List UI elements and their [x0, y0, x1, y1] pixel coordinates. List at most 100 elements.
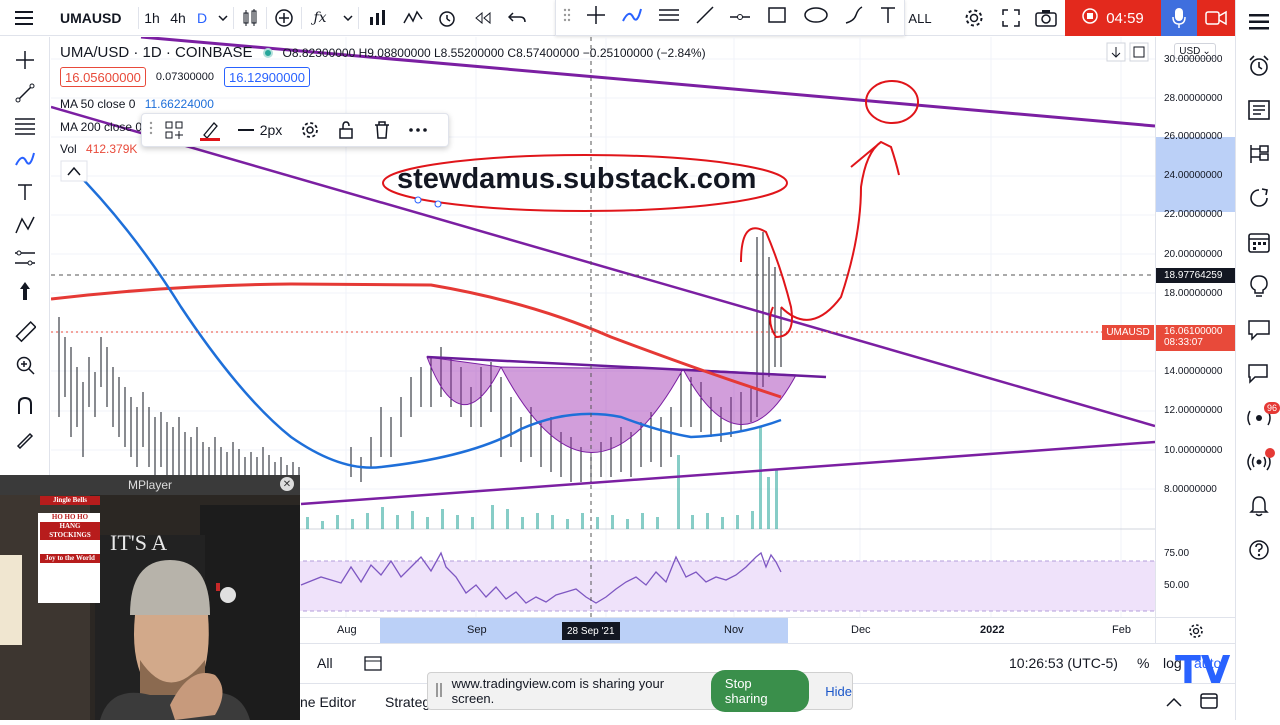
crosshair-cursor-icon[interactable]: [0, 43, 50, 76]
trash-icon[interactable]: [366, 121, 398, 139]
price-tick: 12.00000000: [1164, 405, 1223, 416]
hide-button[interactable]: Hide: [825, 684, 852, 699]
collapse-legend-button[interactable]: [60, 160, 88, 182]
mplayer-close-icon[interactable]: ✕: [280, 477, 294, 491]
arrow-up-icon[interactable]: [0, 274, 50, 307]
fib-tool-icon[interactable]: [0, 109, 50, 142]
percent-toggle[interactable]: %: [1137, 655, 1149, 671]
help-icon[interactable]: [1236, 528, 1280, 572]
price-axis[interactable]: USD ⌄ 30.00000000 28.00000000 26.00000000…: [1155, 37, 1236, 617]
compare-add-icon[interactable]: [267, 0, 301, 36]
axis-settings-gear-icon[interactable]: [1155, 617, 1235, 643]
horizontal-ray-icon[interactable]: [729, 9, 751, 27]
symbol-legend: UMA/USD · 1D · COINBASE O8.82300000 H9.0…: [60, 44, 706, 61]
live-broadcast-icon[interactable]: [1236, 440, 1280, 484]
pattern-tool-icon[interactable]: [0, 208, 50, 241]
ellipse-icon[interactable]: [803, 5, 829, 30]
annotation-handle[interactable]: [434, 200, 442, 208]
text-tool-icon[interactable]: [879, 5, 897, 30]
line-width-selector[interactable]: 2px: [230, 122, 290, 138]
date-range-icon[interactable]: [364, 655, 382, 674]
lock-pen-icon[interactable]: [0, 422, 50, 455]
brush-icon[interactable]: [621, 5, 643, 30]
indicators-chevron-down-icon[interactable]: [338, 0, 358, 36]
chat-icon[interactable]: [1236, 308, 1280, 352]
alert-icon[interactable]: [429, 0, 465, 36]
interval-d[interactable]: D: [191, 0, 213, 36]
templates-icon[interactable]: [397, 0, 429, 36]
drag-handle-icon[interactable]: [563, 7, 571, 28]
trendline-icon[interactable]: [695, 5, 715, 30]
stop-sharing-button[interactable]: Stop sharing: [710, 670, 810, 712]
camera-toggle-icon[interactable]: [1197, 0, 1235, 36]
sell-price[interactable]: 16.05600000: [60, 67, 146, 87]
hlines-icon[interactable]: [658, 7, 680, 28]
template-icon[interactable]: [158, 121, 190, 139]
brush-tool-icon[interactable]: [0, 142, 50, 175]
price-tick: 22.00000000: [1164, 209, 1223, 220]
snapshot-camera-icon[interactable]: [1030, 0, 1062, 36]
object-tree-icon[interactable]: [1236, 132, 1280, 176]
mplayer-titlebar[interactable]: MPlayer ✕: [0, 475, 300, 495]
clock-timezone[interactable]: 10:26:53 (UTC-5): [1009, 655, 1118, 671]
interval-4h[interactable]: 4h: [165, 0, 191, 36]
sign-line: Joy to the World: [40, 554, 100, 563]
time-axis[interactable]: Aug Sep 28 Sep '21 Nov Dec 2022 Feb: [300, 617, 1155, 644]
rectangle-icon[interactable]: [766, 5, 788, 30]
interval-chevron-down-icon[interactable]: [213, 0, 233, 36]
path-icon[interactable]: [844, 5, 864, 30]
settings-gear-icon[interactable]: [958, 0, 990, 36]
settings-icon[interactable]: [294, 121, 326, 139]
alarm-clock-icon[interactable]: [1236, 44, 1280, 88]
drag-handle-icon[interactable]: [436, 682, 446, 700]
candles-icon[interactable]: [234, 0, 266, 36]
annotation-handle[interactable]: [414, 196, 422, 204]
time-tick: Sep: [467, 624, 487, 636]
zoom-in-icon[interactable]: [0, 348, 50, 381]
public-chat-icon[interactable]: [1236, 352, 1280, 396]
undo-icon[interactable]: [501, 0, 533, 36]
symbol-search[interactable]: UMAUSD: [48, 0, 138, 36]
notifications-bell-icon[interactable]: [1236, 484, 1280, 528]
ruler-icon[interactable]: [0, 315, 50, 348]
range-all-button[interactable]: All: [317, 655, 333, 671]
replay-icon[interactable]: [465, 0, 501, 36]
lower-trendline: [300, 440, 1155, 506]
buy-price[interactable]: 16.12900000: [224, 67, 310, 87]
left-drawing-tools: [0, 37, 50, 477]
range-all[interactable]: ALL: [905, 0, 935, 36]
microphone-icon[interactable]: [1161, 0, 1197, 36]
fullscreen-icon[interactable]: [995, 0, 1027, 36]
tab-pine-editor[interactable]: ne Editor: [300, 694, 356, 710]
news-icon[interactable]: [1236, 88, 1280, 132]
watchlist-icon[interactable]: [1236, 0, 1280, 44]
price-tick: 20.00000000: [1164, 249, 1223, 260]
more-options-icon[interactable]: [402, 128, 434, 132]
tab-strategy-tester[interactable]: Strateg: [385, 694, 430, 710]
financials-icon[interactable]: [359, 0, 397, 36]
time-tick: Aug: [337, 624, 357, 636]
last-price-value: 16.06100000: [1164, 326, 1223, 337]
ma50-value: 11.66224000: [144, 97, 214, 111]
streams-icon[interactable]: 96: [1236, 396, 1280, 440]
time-tick: Dec: [851, 624, 871, 636]
pane-maximize-button[interactable]: [1129, 42, 1149, 62]
calendar-icon[interactable]: [1236, 220, 1280, 264]
bid-ask-row: 16.05600000 0.07300000 16.12900000: [60, 67, 310, 87]
text-icon[interactable]: [0, 175, 50, 208]
menu-icon[interactable]: [0, 0, 48, 36]
drag-handle-icon[interactable]: [148, 120, 154, 141]
recording-stop-button[interactable]: 04:59: [1065, 0, 1161, 36]
data-window-icon[interactable]: [1236, 176, 1280, 220]
chevron-up-icon[interactable]: [1166, 694, 1182, 710]
ideas-lightbulb-icon[interactable]: [1236, 264, 1280, 308]
maximize-panel-icon[interactable]: [1200, 693, 1218, 712]
crosshair-icon[interactable]: [586, 5, 606, 30]
lock-icon[interactable]: [330, 121, 362, 139]
indicators-fx-icon[interactable]: ƒx: [302, 0, 338, 36]
trendline-tool-icon[interactable]: [0, 76, 50, 109]
magnet-icon[interactable]: [0, 389, 50, 422]
line-color-icon[interactable]: [194, 120, 226, 141]
interval-1h[interactable]: 1h: [139, 0, 165, 36]
forecast-tool-icon[interactable]: [0, 241, 50, 274]
